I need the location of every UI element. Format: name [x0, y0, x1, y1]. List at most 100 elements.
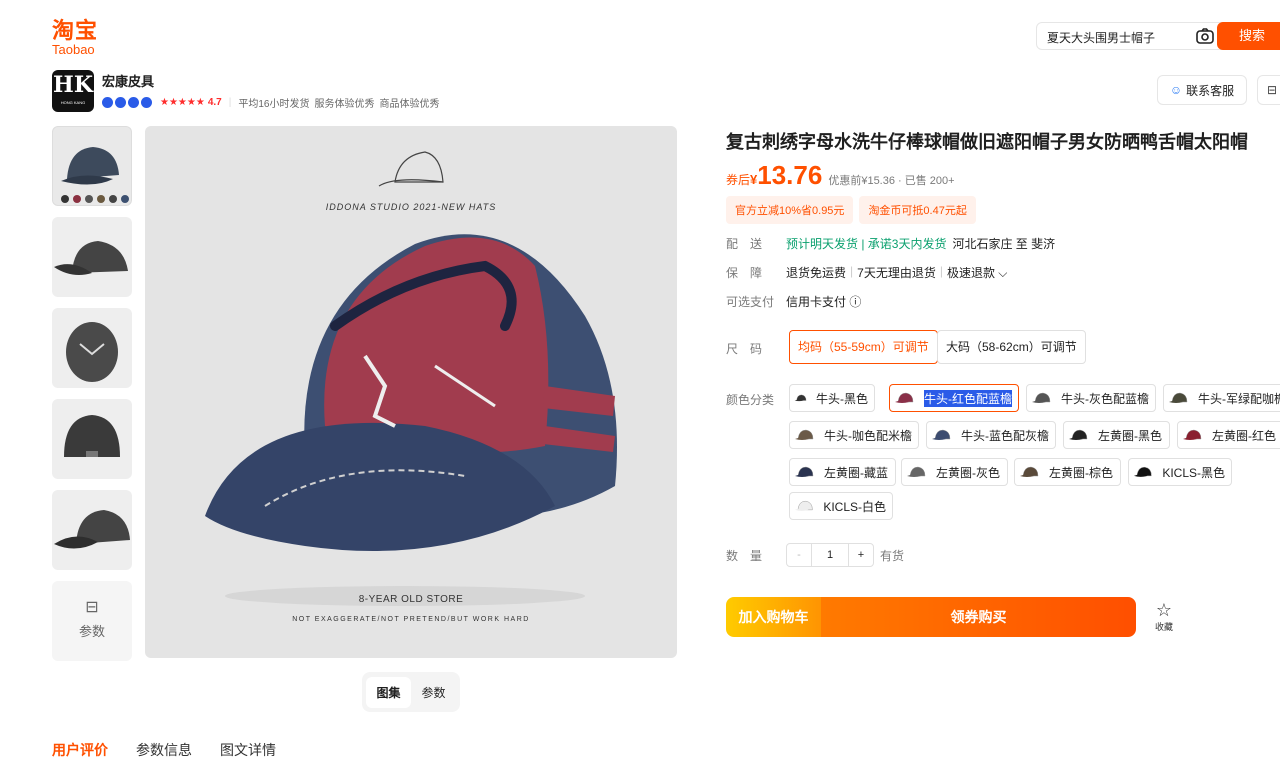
guarantee-label: 保 障: [726, 266, 763, 280]
shop-meta-item: 服务体验优秀: [314, 98, 375, 110]
shop-logo[interactable]: HK HONG KANG: [52, 70, 94, 112]
tab-param-info[interactable]: 参数信息: [136, 740, 192, 760]
size-option[interactable]: 均码（55-59cm）可调节: [789, 330, 938, 364]
color-option-label: 牛头-灰色配蓝檐: [1061, 391, 1149, 406]
cap-swatch-icon: [1020, 466, 1039, 477]
color-option-label: 牛头-军绿配咖檐: [1198, 391, 1280, 406]
payment-value[interactable]: 信用卡支付 ⓘ: [786, 293, 861, 310]
thumbnail[interactable]: [52, 490, 132, 570]
color-option[interactable]: KICLS-黑色: [1128, 458, 1232, 486]
add-to-cart-button[interactable]: 加入购物车: [726, 597, 821, 637]
cap-swatch-icon: [1069, 429, 1088, 440]
cap-swatch-icon: [1032, 392, 1051, 403]
cap-swatch-icon: [1169, 392, 1188, 403]
image-tagline: NOT EXAGGERATE/NOT PRETEND/BUT WORK HARD: [292, 616, 530, 623]
color-option[interactable]: 左黄圈-黑色: [1063, 421, 1170, 449]
quantity-label: 数 量: [726, 549, 763, 563]
shop-meta-item: 平均16小时发货: [238, 98, 310, 110]
customer-service-button[interactable]: ☺ 联系客服: [1157, 75, 1247, 105]
cap-swatch-icon: [932, 429, 951, 440]
shop-meta-item: 商品体验优秀: [379, 98, 440, 110]
logo-cn: 淘宝: [52, 18, 99, 43]
color-label: 颜色分类: [726, 393, 775, 407]
camera-icon[interactable]: [1195, 26, 1215, 46]
thumbnail[interactable]: [52, 308, 132, 388]
color-option-label: 牛头-黑色: [816, 391, 868, 406]
tab-details[interactable]: 图文详情: [220, 740, 276, 760]
color-option-label: KICLS-黑色: [1162, 465, 1225, 480]
tab-reviews[interactable]: 用户评价: [52, 740, 108, 760]
color-option[interactable]: 牛头-黑色: [789, 384, 875, 412]
cap-swatch-icon: [1183, 429, 1202, 440]
guarantee-item[interactable]: 极速退款 ⌵: [947, 264, 1007, 281]
search-input[interactable]: 夏天大头围男士帽子: [1047, 29, 1155, 46]
quantity-decrease-button[interactable]: -: [786, 543, 812, 567]
color-option[interactable]: KICLS-白色: [789, 492, 893, 520]
color-option[interactable]: 牛头-灰色配蓝檐: [1026, 384, 1156, 412]
delivery-promise: 预计明天发货 | 承诺3天内发货: [786, 237, 947, 251]
color-option-label: 左黄圈-灰色: [936, 465, 1000, 480]
image-title: IDDONA STUDIO 2021-NEW HATS: [325, 202, 497, 212]
color-option-label: KICLS-白色: [823, 499, 886, 514]
coupon-badge[interactable]: 官方立减10%省0.95元: [726, 196, 854, 224]
search-box[interactable]: 夏天大头围男士帽子 搜索: [1036, 22, 1280, 50]
quantity-increase-button[interactable]: +: [848, 543, 874, 567]
cap-thumbnail-icon: [64, 415, 120, 457]
logo-en: Taobao: [52, 42, 95, 57]
currency-symbol: ¥: [750, 172, 758, 187]
badge-icon: [128, 96, 139, 108]
divider: |: [850, 264, 854, 278]
shop-name[interactable]: 宏康皮具: [102, 71, 154, 90]
color-option[interactable]: 牛头-军绿配咖檐: [1163, 384, 1280, 412]
rating-stars: ★★★★★: [160, 96, 205, 108]
params-thumbnail[interactable]: ⊟ 参数: [52, 581, 132, 661]
tab-params[interactable]: 参数: [411, 677, 455, 708]
color-option-label: 左黄圈-藏蓝: [824, 465, 888, 480]
price-note: 优惠前¥15.36 · 已售 200+: [828, 175, 955, 187]
price-label: 券后: [726, 173, 751, 187]
badge-icon: [141, 96, 152, 108]
color-option[interactable]: 左黄圈-棕色: [1014, 458, 1121, 486]
shop-logo-sub: HONG KANG: [60, 100, 86, 105]
more-icon[interactable]: ⊟: [1257, 75, 1280, 105]
delivery-route[interactable]: 河北石家庄 至 斐济: [952, 235, 1055, 252]
color-option[interactable]: 牛头-蓝色配灰檐: [926, 421, 1056, 449]
color-option-label: 左黄圈-黑色: [1098, 428, 1162, 443]
guarantee-item: 退货免运费: [786, 266, 847, 280]
tab-gallery[interactable]: 图集: [366, 676, 411, 708]
cap-thumbnail-icon: [54, 510, 130, 549]
purchase-bar: 加入购物车 领券购买: [726, 597, 1136, 637]
customer-service-label: 联系客服: [1186, 83, 1235, 98]
buy-now-button[interactable]: 领券购买: [821, 597, 1136, 637]
quantity-input[interactable]: 1: [812, 543, 848, 567]
main-product-image[interactable]: IDDONA STUDIO 2021-NEW HATS 8-YEAR OLD S…: [145, 126, 677, 658]
guarantee-item: 7天无理由退货: [857, 266, 936, 280]
color-option-label: 牛头-蓝色配灰檐: [961, 428, 1049, 443]
color-option[interactable]: 左黄圈-灰色: [901, 458, 1008, 486]
color-option[interactable]: 左黄圈-红色: [1177, 421, 1280, 449]
color-option-label: 左黄圈-红色: [1212, 428, 1276, 443]
favorite-button[interactable]: ☆ 收藏: [1150, 600, 1178, 633]
cap-swatch-icon: [895, 392, 914, 403]
thumbnail-list: ⊟ 参数: [52, 126, 132, 661]
delivery-row: 配 送 预计明天发货 | 承诺3天内发货 河北石家庄 至 斐济: [726, 235, 1055, 252]
price-value: 13.76: [757, 160, 823, 190]
rating-value: 4.7: [207, 96, 222, 108]
quantity-stepper: - 1 +: [786, 543, 874, 567]
product-title: 复古刺绣字母水洗牛仔棒球帽做旧遮阳帽子男女防晒鸭舌帽太阳帽: [726, 132, 1248, 152]
image-subtitle: 8-YEAR OLD STORE: [358, 594, 464, 605]
payment-label: 可选支付: [726, 295, 775, 309]
coupon-badge[interactable]: 淘金币可抵0.47元起: [859, 196, 976, 224]
thumbnail[interactable]: [52, 399, 132, 479]
thumbnail[interactable]: [52, 217, 132, 297]
taobao-logo[interactable]: 淘宝 Taobao: [52, 20, 112, 57]
divider: |: [939, 264, 943, 278]
cap-swatch-icon: [795, 429, 814, 440]
color-option[interactable]: 牛头-咖色配米檐: [789, 421, 919, 449]
thumbnail[interactable]: [52, 126, 132, 206]
search-button[interactable]: 搜索: [1217, 22, 1280, 50]
color-option[interactable]: 左黄圈-藏蓝: [789, 458, 896, 486]
size-option[interactable]: 大码（58-62cm）可调节: [937, 330, 1086, 364]
color-option[interactable]: 牛头-红色配蓝檐: [889, 384, 1019, 412]
cap-swatch-icon: [794, 394, 807, 402]
